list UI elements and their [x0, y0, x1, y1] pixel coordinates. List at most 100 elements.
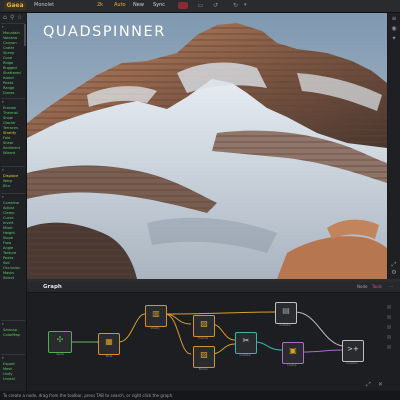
- sidebar-item[interactable]: Canyon: [3, 41, 17, 45]
- sidebar-item[interactable]: Occlusion: [3, 266, 20, 270]
- sidebar-item[interactable]: Wizard: [3, 151, 15, 155]
- star-icon[interactable]: ☆: [17, 14, 22, 21]
- terrain-viewport[interactable]: [27, 13, 387, 279]
- sidebar-item[interactable]: Soil: [3, 261, 9, 265]
- sidebar-scrollbar[interactable]: [24, 24, 26, 46]
- divider: [1, 166, 25, 167]
- graph-option-tools[interactable]: Tools: [372, 284, 382, 289]
- sidebar-item[interactable]: Shear: [3, 141, 13, 145]
- section-header[interactable]: ▾: [2, 322, 4, 326]
- sidebar-item[interactable]: Curve: [3, 216, 14, 220]
- graph-title[interactable]: Graph: [43, 284, 62, 290]
- sidebar-item[interactable]: Satmap: [3, 328, 17, 332]
- sidebar-item[interactable]: Invert: [3, 221, 14, 225]
- sidebar-item[interactable]: ColorMap: [3, 333, 20, 337]
- graph-node-label: Combine: [239, 354, 251, 357]
- graph-node-stratify[interactable]: ▥: [145, 305, 167, 327]
- sidebar-item[interactable]: Mixer: [3, 226, 13, 230]
- search-icon[interactable]: ⚲: [10, 14, 14, 21]
- graph-option-node[interactable]: Node: [357, 284, 367, 289]
- sidebar-item[interactable]: Ridge: [3, 61, 13, 65]
- sidebar-item[interactable]: Erosion: [3, 106, 16, 110]
- sidebar-item[interactable]: Masks: [3, 271, 14, 275]
- settings-icon[interactable]: ⚙: [390, 269, 398, 277]
- graph-node-terrace[interactable]: ▨: [193, 346, 215, 368]
- close-icon[interactable]: ✕: [378, 381, 383, 388]
- section-header[interactable]: ▾: [2, 195, 4, 199]
- sidebar-item[interactable]: Thermal: [3, 111, 18, 115]
- sidebar-item[interactable]: Mesh: [3, 367, 12, 371]
- sidebar-item[interactable]: Snow: [3, 116, 13, 120]
- sidebar-item[interactable]: Displace: [3, 174, 18, 178]
- sidebar-item[interactable]: Slump: [3, 51, 14, 55]
- resolution-button[interactable]: 2k: [97, 2, 103, 8]
- sidebar-item[interactable]: Peaks: [3, 81, 13, 85]
- sidebar-item[interactable]: Stratify: [3, 131, 16, 135]
- graph-node-lookup[interactable]: ▣: [282, 342, 304, 364]
- undo-icon[interactable]: ↺: [212, 2, 219, 9]
- rail-button[interactable]: [387, 335, 391, 339]
- light-icon[interactable]: ✦: [390, 35, 398, 43]
- sidebar-item[interactable]: Unreal: [3, 377, 15, 381]
- sidebar-item[interactable]: Blur: [3, 184, 10, 188]
- rail-button[interactable]: [387, 345, 391, 349]
- sidebar-item[interactable]: Select: [3, 276, 14, 280]
- home-icon[interactable]: ⌂: [3, 14, 7, 21]
- sidebar-item[interactable]: Clamp: [3, 211, 15, 215]
- section-header[interactable]: ▾: [2, 100, 4, 104]
- sidebar-item[interactable]: Shattered: [3, 71, 21, 75]
- app-logo[interactable]: Gaea: [4, 1, 26, 10]
- auto-button[interactable]: Auto: [114, 2, 126, 8]
- save-icon[interactable]: ▭: [197, 2, 204, 9]
- sidebar-item[interactable]: Fold: [3, 136, 10, 140]
- sidebar-item[interactable]: Rugged: [3, 66, 17, 70]
- expand-icon[interactable]: ⤢: [390, 261, 398, 269]
- sidebar-item[interactable]: Angle: [3, 246, 13, 250]
- menu-icon[interactable]: ≡: [390, 15, 398, 23]
- sidebar-item[interactable]: Flow: [3, 241, 11, 245]
- graph-side-rail: [385, 305, 393, 375]
- sidebar-item[interactable]: Terraces: [3, 126, 18, 130]
- sidebar-item[interactable]: Combine: [3, 201, 19, 205]
- sidebar-item[interactable]: Crater: [3, 46, 14, 50]
- sidebar-item[interactable]: Export: [3, 362, 15, 366]
- sidebar-item[interactable]: Warp: [3, 179, 12, 183]
- sidebar-item[interactable]: Texture: [3, 251, 16, 255]
- camera-icon[interactable]: ◉: [390, 25, 398, 33]
- sidebar-item[interactable]: Dunes: [3, 91, 14, 95]
- chevron-down-icon[interactable]: ▾: [244, 2, 247, 8]
- graph-node-combine-output[interactable]: >+: [342, 340, 364, 362]
- top-bar: Gaea Monolet 2k Auto New Sync ▭ ↺ ↻ ▾: [0, 0, 400, 13]
- sidebar-item[interactable]: Volcano: [3, 36, 17, 40]
- rail-button[interactable]: [387, 325, 391, 329]
- build-status-indicator[interactable]: [178, 2, 188, 9]
- rail-button[interactable]: [387, 305, 391, 309]
- section-primitives-header[interactable]: ▾: [2, 25, 4, 29]
- sidebar-item[interactable]: Unity: [3, 372, 12, 376]
- redo-icon[interactable]: ↻: [232, 2, 239, 9]
- sidebar-item[interactable]: Island: [3, 76, 14, 80]
- sidebar-item[interactable]: Slope: [3, 236, 13, 240]
- sync-button[interactable]: Sync: [153, 2, 165, 8]
- graph-node-primary[interactable]: ▦: [98, 333, 120, 355]
- section-header[interactable]: ▾: [2, 356, 4, 360]
- sidebar-item[interactable]: Sediment: [3, 146, 20, 150]
- sidebar-item[interactable]: Glacier: [3, 121, 16, 125]
- sidebar-item[interactable]: Mountain: [3, 31, 20, 35]
- section-header[interactable]: ▾: [2, 168, 4, 172]
- graph-node-combine-1[interactable]: ✂: [235, 332, 257, 354]
- rail-button[interactable]: [387, 315, 391, 319]
- sidebar-item[interactable]: Height: [3, 231, 15, 235]
- fit-view-icon[interactable]: ⤢: [366, 381, 371, 389]
- divider: [1, 354, 25, 355]
- new-button[interactable]: New: [133, 2, 144, 8]
- graph-node-combine-2[interactable]: ▤: [275, 302, 297, 324]
- sidebar-item[interactable]: Adjust: [3, 206, 14, 210]
- project-name[interactable]: Monolet: [34, 2, 54, 8]
- graph-node-thermal[interactable]: ▨: [193, 315, 215, 337]
- sidebar-item[interactable]: Cone: [3, 56, 12, 60]
- graph-node-seeds[interactable]: ✣: [48, 331, 72, 353]
- sidebar-item[interactable]: Peaks: [3, 256, 13, 260]
- sidebar-item[interactable]: Range: [3, 86, 14, 90]
- graph-menu-icon[interactable]: ⋯: [389, 284, 393, 289]
